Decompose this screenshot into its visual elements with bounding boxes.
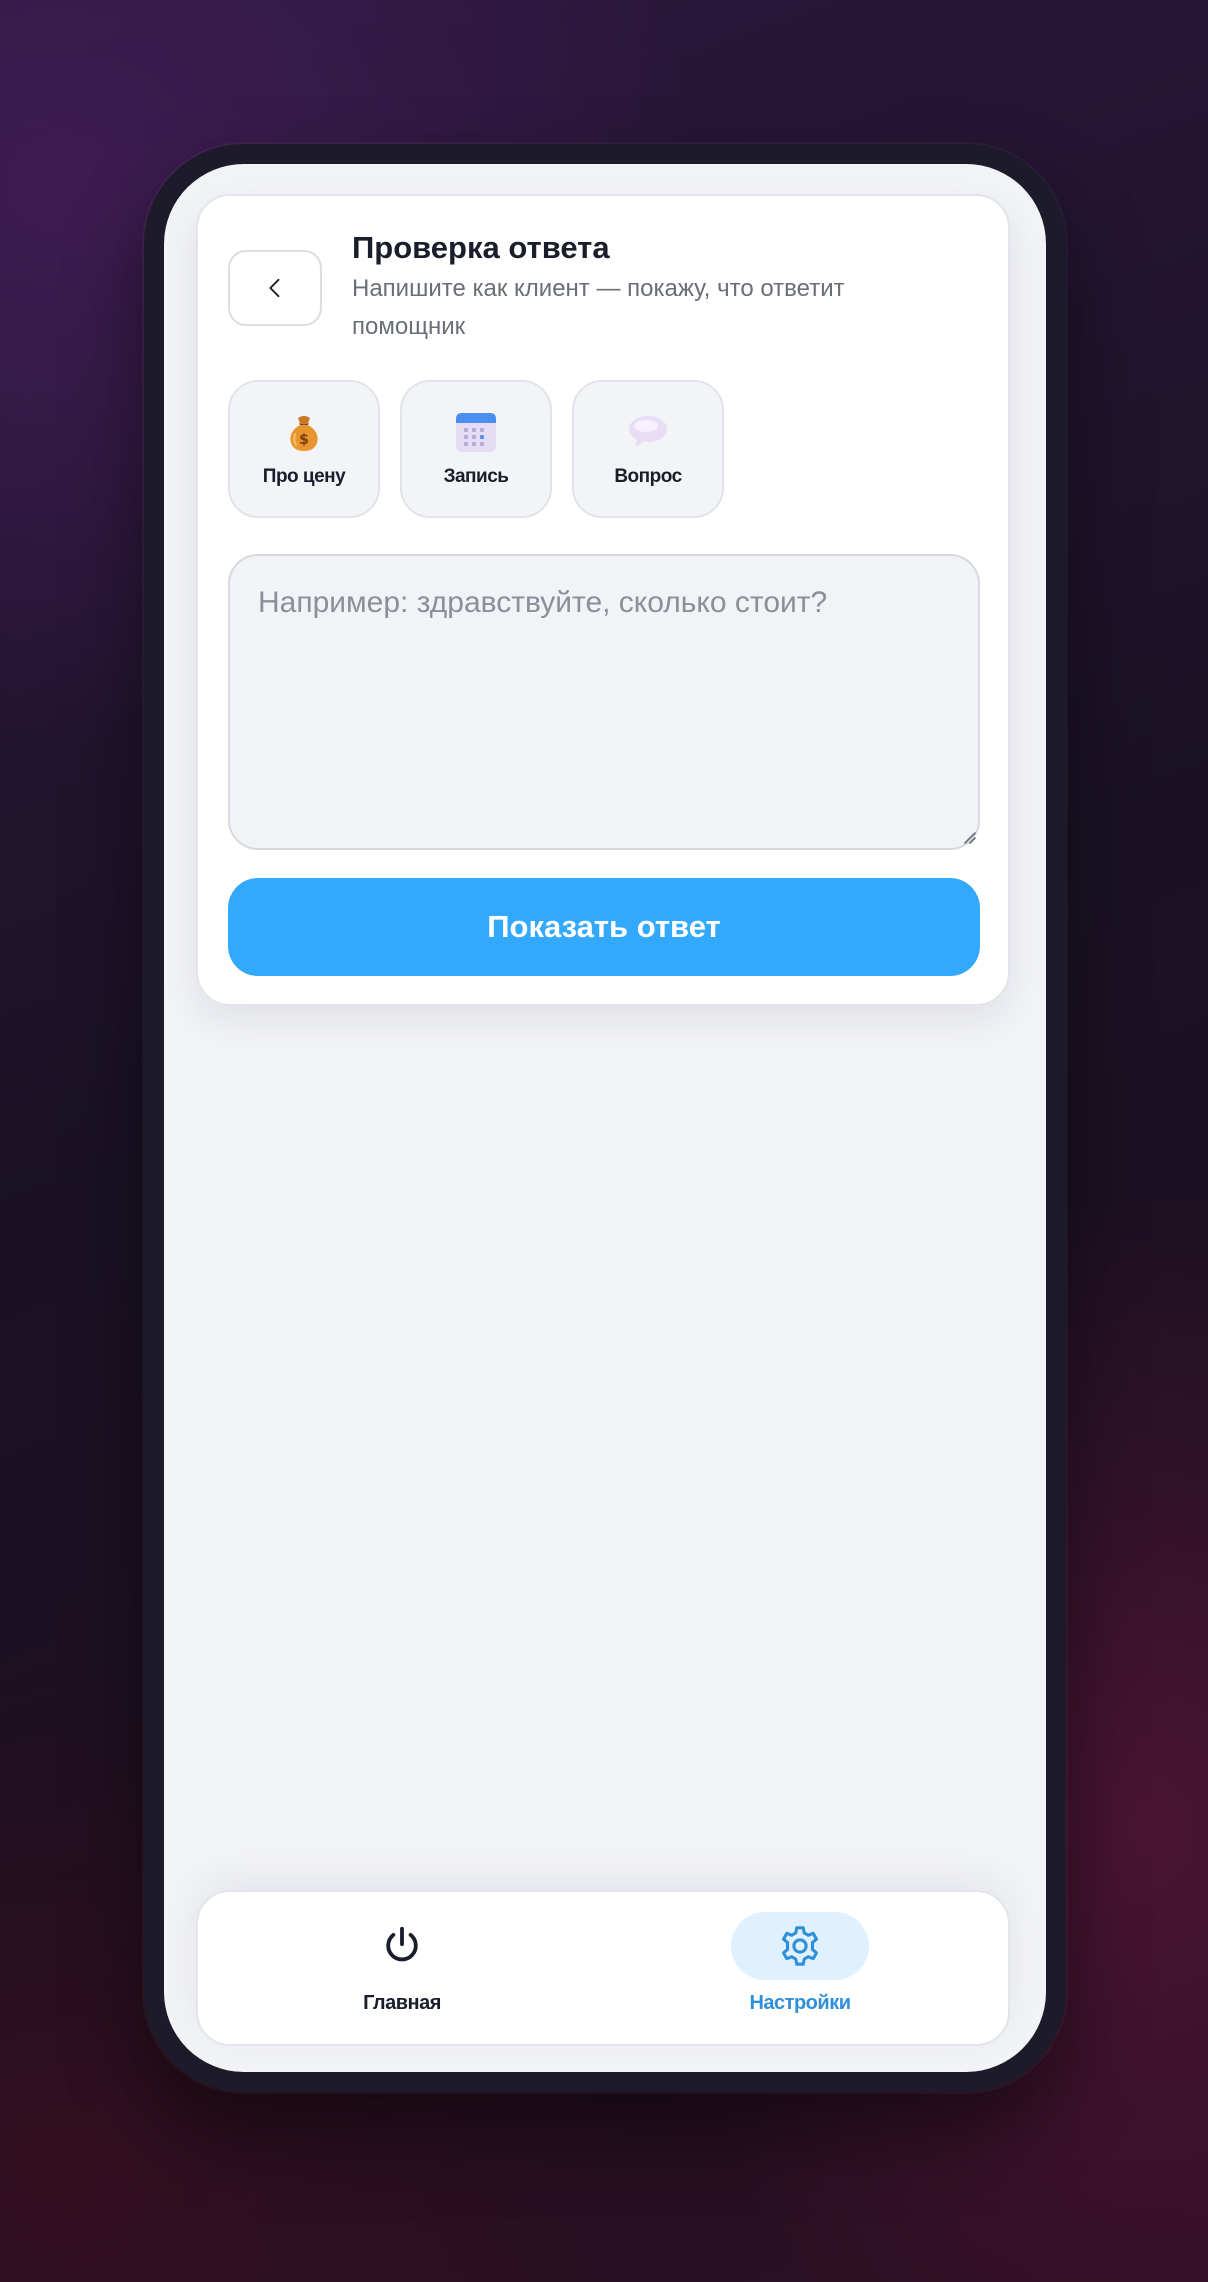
back-button[interactable] — [228, 250, 322, 326]
client-message-input[interactable] — [228, 554, 980, 850]
test-reply-card: Проверка ответа Напишите как клиент — по… — [196, 194, 1010, 1006]
chip-label: Про цену — [262, 466, 346, 487]
app-screen: Проверка ответа Напишите как клиент — по… — [164, 164, 1046, 2072]
chip-label: Вопрос — [614, 466, 682, 487]
svg-text:$: $ — [299, 432, 309, 448]
chevron-left-icon — [269, 278, 280, 298]
nav-icon-wrap — [333, 1912, 471, 1980]
chip-question[interactable]: Вопрос — [572, 380, 724, 518]
nav-item-home[interactable]: Главная — [302, 1912, 502, 2015]
power-icon — [386, 1926, 418, 1962]
gear-icon — [781, 1926, 819, 1966]
nav-icon-wrap-active — [731, 1912, 869, 1980]
chip-label: Запись — [443, 466, 509, 487]
money-bag-icon: $ — [290, 416, 318, 451]
phone-frame: Проверка ответа Напишите как клиент — по… — [144, 144, 1066, 2092]
calendar-icon — [456, 413, 496, 452]
quick-prompt-chips: $ Про цену Запись Вопрос — [228, 380, 724, 518]
nav-label: Настройки — [749, 1992, 851, 2014]
resize-handle-icon[interactable] — [962, 830, 976, 844]
page-title: Проверка ответа — [352, 230, 610, 265]
page-subtitle: Напишите как клиент — покажу, что ответи… — [352, 275, 845, 340]
speech-bubble-icon — [629, 416, 667, 447]
chip-price[interactable]: $ Про цену — [228, 380, 380, 518]
nav-label: Главная — [363, 1992, 441, 2014]
show-answer-button[interactable]: Показать ответ — [228, 878, 980, 976]
chip-booking[interactable]: Запись — [400, 380, 552, 518]
nav-item-settings[interactable]: Настройки — [700, 1912, 900, 2015]
bottom-navigation: Главная Настройки — [196, 1890, 1010, 2046]
